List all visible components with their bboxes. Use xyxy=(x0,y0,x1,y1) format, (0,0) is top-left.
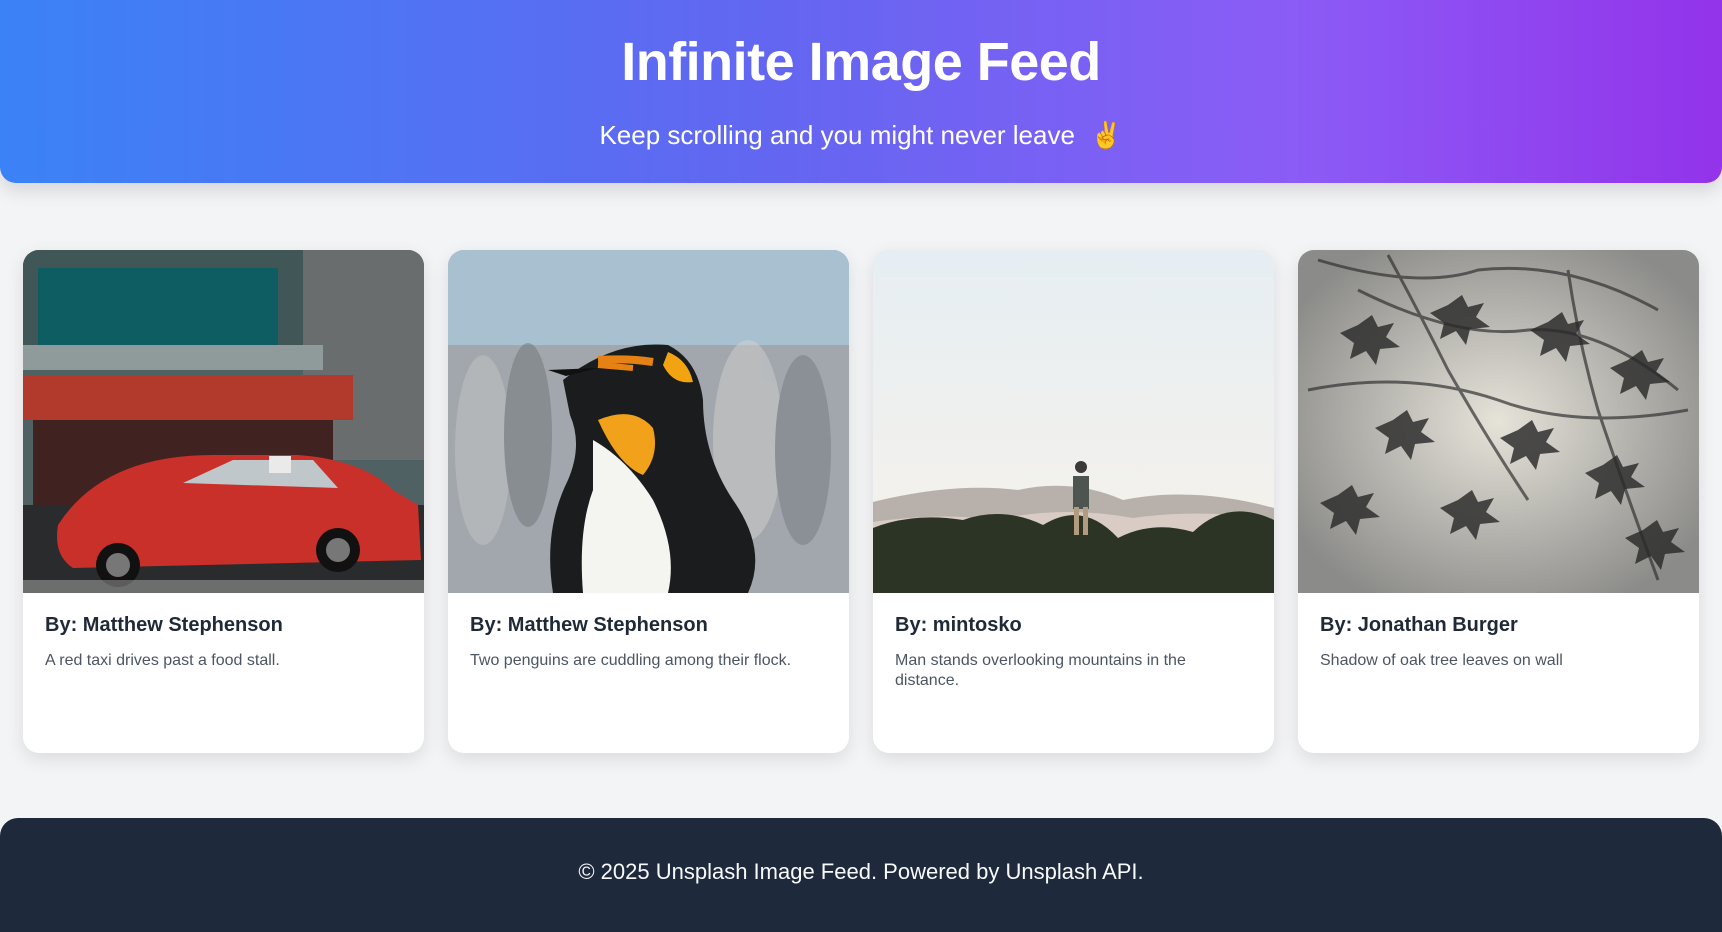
card-author: By: Matthew Stephenson xyxy=(470,614,708,636)
card-author: By: Matthew Stephenson xyxy=(45,614,283,636)
card-description: A red taxi drives past a food stall. xyxy=(45,652,280,669)
card-author: By: mintosko xyxy=(895,614,1022,636)
card-body: By: Jonathan Burger Shadow of oak tree l… xyxy=(1320,612,1677,671)
image-thumbnail[interactable] xyxy=(23,250,424,593)
card-description: Shadow of oak tree leaves on wall xyxy=(1320,652,1563,669)
image-card[interactable]: By: Matthew Stephenson Two penguins are … xyxy=(448,250,849,753)
page-title: Infinite Image Feed xyxy=(621,32,1101,92)
image-card[interactable]: By: mintosko Man stands overlooking moun… xyxy=(873,250,1274,753)
card-body: By: mintosko Man stands overlooking moun… xyxy=(895,612,1252,691)
card-author: By: Jonathan Burger xyxy=(1320,614,1518,636)
image-feed-grid: By: Matthew Stephenson A red taxi drives… xyxy=(23,250,1700,753)
footer-text: © 2025 Unsplash Image Feed. Powered by U… xyxy=(578,859,1144,884)
card-body: By: Matthew Stephenson A red taxi drives… xyxy=(45,612,402,671)
card-body: By: Matthew Stephenson Two penguins are … xyxy=(470,612,827,671)
card-description: Man stands overlooking mountains in the … xyxy=(895,652,1186,689)
leaf-shadow-photo xyxy=(1298,250,1699,593)
penguins-photo xyxy=(448,250,849,593)
image-thumbnail[interactable] xyxy=(448,250,849,593)
page-header: Infinite Image Feed Keep scrolling and y… xyxy=(0,0,1722,183)
mountain-photo xyxy=(873,250,1274,593)
image-card[interactable]: By: Matthew Stephenson A red taxi drives… xyxy=(23,250,424,753)
page-footer: © 2025 Unsplash Image Feed. Powered by U… xyxy=(0,818,1722,932)
card-description: Two penguins are cuddling among their fl… xyxy=(470,652,792,669)
victory-hand-icon: ✌️ xyxy=(1090,120,1123,150)
subtitle-text: Keep scrolling and you might never leave xyxy=(599,120,1075,150)
page-subtitle: Keep scrolling and you might never leave… xyxy=(0,118,1722,152)
image-thumbnail[interactable] xyxy=(1298,250,1699,593)
image-card[interactable]: By: Jonathan Burger Shadow of oak tree l… xyxy=(1298,250,1699,753)
image-thumbnail[interactable] xyxy=(873,250,1274,593)
taxi-photo xyxy=(23,250,424,593)
